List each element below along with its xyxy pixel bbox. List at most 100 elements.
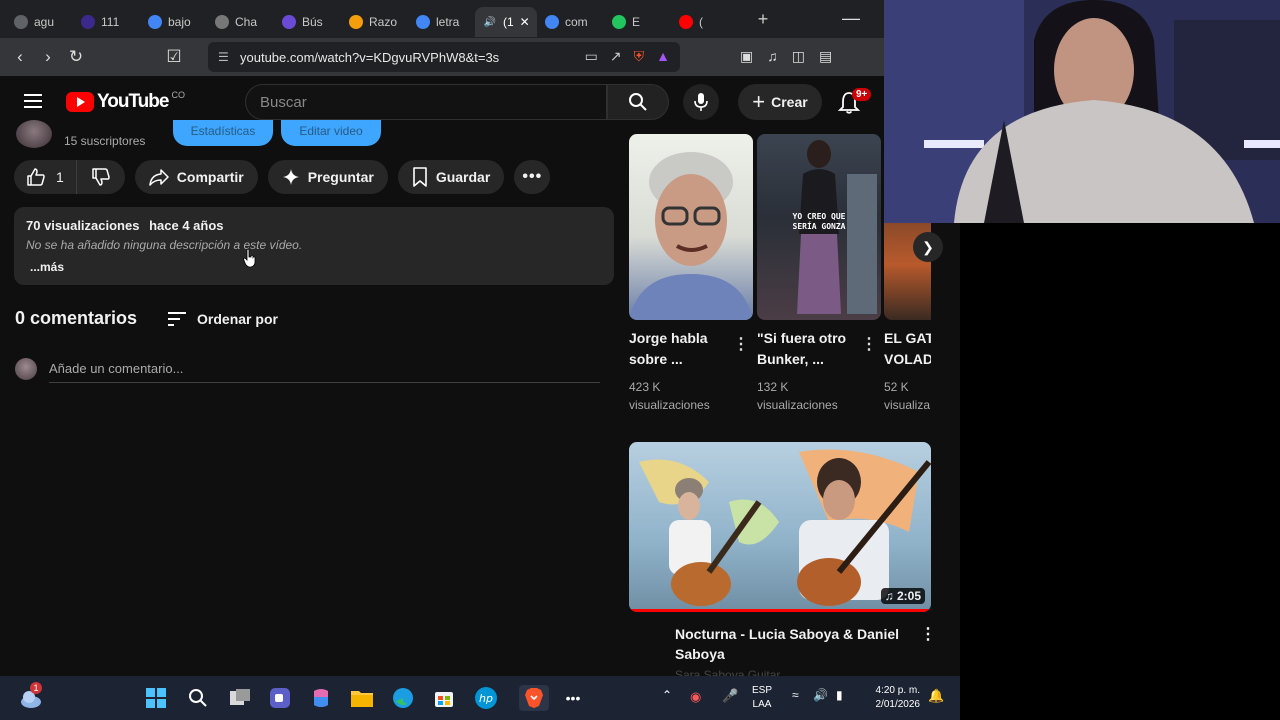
media-icon[interactable]: ♫ xyxy=(767,48,778,65)
forward-icon[interactable]: › xyxy=(34,47,62,67)
video-actions: 1 Compartir Preguntar Guardar ••• xyxy=(14,160,551,196)
minimize-button[interactable]: — xyxy=(842,8,860,29)
battery-icon[interactable]: ▮ xyxy=(836,688,843,702)
store-icon[interactable] xyxy=(431,685,457,711)
tab-title: Cha xyxy=(235,15,258,29)
language-code: ESP xyxy=(752,685,773,696)
back-icon[interactable]: ‹ xyxy=(6,47,34,67)
tab-title: ( xyxy=(699,15,703,29)
comments-header: 0 comentarios Ordenar por xyxy=(15,308,278,329)
like-button[interactable]: 1 xyxy=(14,160,77,194)
brave-rewards-icon[interactable]: ▲ xyxy=(656,48,670,65)
share-button[interactable]: Compartir xyxy=(134,160,258,194)
hand-cursor-icon xyxy=(243,248,256,268)
brave-browser-icon[interactable] xyxy=(519,685,549,711)
show-more-link[interactable]: ...más xyxy=(30,260,602,274)
video-thumbnail[interactable]: ♫ 2:05 xyxy=(629,442,931,612)
address-bar[interactable]: ☰ youtube.com/watch?v=KDgvuRVPhW8&t=3s ▭… xyxy=(208,42,680,72)
hp-app-icon[interactable]: hp xyxy=(473,685,499,711)
meet-app-icon[interactable] xyxy=(267,685,293,711)
tab-title: letra xyxy=(436,15,460,29)
create-button[interactable]: + Crear xyxy=(738,84,822,120)
browser-tab[interactable]: Cha xyxy=(207,7,274,37)
dislike-button[interactable] xyxy=(77,160,125,194)
channel-avatar[interactable] xyxy=(16,120,52,148)
description-meta: 70 visualizaciones hace 4 años xyxy=(26,218,602,233)
short-card[interactable]: YO CREO QUE SERÍA GONZA "Si fuera otro B… xyxy=(757,134,881,414)
comments-count: 0 comentarios xyxy=(15,308,138,328)
short-title[interactable]: EL GAT VOLAD xyxy=(884,328,931,370)
stats-button[interactable]: Estadísticas xyxy=(173,120,273,146)
wifi-icon[interactable]: ≈ xyxy=(792,688,799,702)
edge-browser-icon[interactable] xyxy=(390,685,416,711)
share-label: Compartir xyxy=(176,169,244,185)
short-title[interactable]: Jorge habla sobre ... xyxy=(629,328,729,370)
browser-tab[interactable]: Bús xyxy=(274,7,341,37)
voice-search-button[interactable] xyxy=(683,84,719,120)
tray-chevron-icon[interactable]: ⌃ xyxy=(662,688,672,702)
bookmark-icon[interactable]: ☑ xyxy=(160,47,188,67)
short-menu-icon[interactable]: ⋮ xyxy=(733,334,749,354)
new-tab-button[interactable]: + xyxy=(748,9,778,30)
sort-comments-button[interactable]: Ordenar por xyxy=(167,311,278,327)
brave-shield-icon[interactable]: ⛨ xyxy=(634,48,645,65)
volume-icon[interactable]: 🔊 xyxy=(813,688,828,702)
taskbar-search-icon[interactable] xyxy=(185,685,211,711)
extensions-icon[interactable]: ▣ xyxy=(740,48,753,65)
browser-tab[interactable]: E xyxy=(604,7,671,37)
notifications-center-icon[interactable]: 🔔 xyxy=(928,688,944,704)
search-button[interactable] xyxy=(607,84,669,120)
save-button[interactable]: Guardar xyxy=(397,160,505,194)
video-menu-icon[interactable]: ⋮ xyxy=(920,624,936,644)
reload-icon[interactable]: ↻ xyxy=(62,47,90,67)
clock[interactable]: 4:20 p. m. 2/01/2026 xyxy=(862,684,921,712)
browser-tab[interactable]: bajo xyxy=(140,7,207,37)
video-channel[interactable]: Sara Saboya Guitar xyxy=(675,668,780,676)
thumbs-up-icon xyxy=(27,168,45,186)
description-box[interactable]: 70 visualizaciones hace 4 años No se ha … xyxy=(14,207,614,285)
edit-video-button[interactable]: Editar video xyxy=(281,120,381,146)
short-title[interactable]: "Si fuera otro Bunker, ... xyxy=(757,328,857,370)
browser-tab[interactable]: letra xyxy=(408,7,475,37)
youtube-logo[interactable]: YouTube CO xyxy=(66,90,185,113)
search-input[interactable]: Buscar xyxy=(245,84,607,120)
plus-icon: + xyxy=(752,89,766,114)
wallet-icon[interactable]: ▤ xyxy=(819,48,832,65)
mic-tray-icon[interactable]: 🎤 xyxy=(722,688,738,704)
browser-tab[interactable]: Razo xyxy=(341,7,408,37)
clock-date: 2/01/2026 xyxy=(875,699,921,710)
share-page-icon[interactable]: ↗ xyxy=(610,48,622,65)
more-apps-icon[interactable]: ••• xyxy=(560,685,586,711)
browser-tab[interactable]: agu xyxy=(6,7,73,37)
keyboard-layout: LAA xyxy=(752,699,772,710)
task-view-icon[interactable] xyxy=(227,685,253,711)
weather-badge: 1 xyxy=(30,682,42,694)
cast-icon[interactable]: ▭ xyxy=(585,48,598,65)
shorts-next-button[interactable]: ❯ xyxy=(913,232,943,262)
ask-button[interactable]: Preguntar xyxy=(267,160,388,194)
comment-input[interactable]: Añade un comentario... xyxy=(49,355,600,383)
video-title[interactable]: Nocturna - Lucia Saboya & Daniel Saboya xyxy=(675,624,915,664)
menu-icon[interactable] xyxy=(24,94,42,108)
short-thumbnail[interactable]: YO CREO QUE SERÍA GONZA xyxy=(757,134,881,320)
browser-tab[interactable]: ( xyxy=(671,7,738,37)
site-settings-icon[interactable]: ☰ xyxy=(218,50,240,64)
tab-favicon-icon xyxy=(148,15,162,29)
windows-start-icon[interactable] xyxy=(143,685,169,711)
speaker-icon: 🔊 xyxy=(483,16,497,28)
tab-favicon-icon xyxy=(679,15,693,29)
short-thumbnail[interactable] xyxy=(629,134,753,320)
short-menu-icon[interactable]: ⋮ xyxy=(861,334,877,354)
browser-tab[interactable]: 🔊 (1 ✕ xyxy=(475,7,537,37)
microphone-icon xyxy=(694,93,708,111)
language-indicator[interactable]: ESP LAA xyxy=(752,684,772,712)
short-card[interactable]: Jorge habla sobre ... 423 K visualizacio… xyxy=(629,134,753,414)
more-actions-button[interactable]: ••• xyxy=(514,160,551,194)
sidebar-icon[interactable]: ◫ xyxy=(792,48,805,65)
browser-tab[interactable]: 111 xyxy=(73,7,140,37)
browser-tab[interactable]: com xyxy=(537,7,604,37)
duration-value: 2:05 xyxy=(896,589,921,603)
close-tab-icon[interactable]: ✕ xyxy=(520,15,530,29)
copilot-icon[interactable] xyxy=(308,685,334,711)
file-explorer-icon[interactable] xyxy=(349,685,375,711)
